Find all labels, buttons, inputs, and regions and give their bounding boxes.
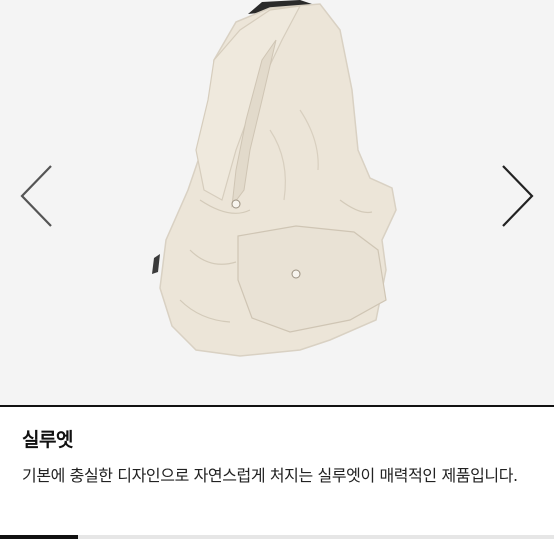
slider-progress-fill	[0, 535, 78, 539]
product-photo-area	[0, 0, 554, 405]
chevron-left-icon	[20, 165, 52, 227]
prev-slide-button[interactable]	[14, 158, 60, 234]
chevron-right-icon	[502, 165, 534, 227]
product-image	[152, 0, 397, 357]
next-slide-button[interactable]	[494, 158, 540, 234]
section-description: 기본에 충실한 디자인으로 자연스럽게 처지는 실루엣이 매력적인 제품입니다.	[22, 466, 518, 485]
section-title: 실루엣	[22, 429, 73, 451]
product-info: 실루엣 기본에 충실한 디자인으로 자연스럽게 처지는 실루엣이 매력적인 제품…	[22, 407, 542, 490]
slider-progress-track	[0, 535, 554, 539]
